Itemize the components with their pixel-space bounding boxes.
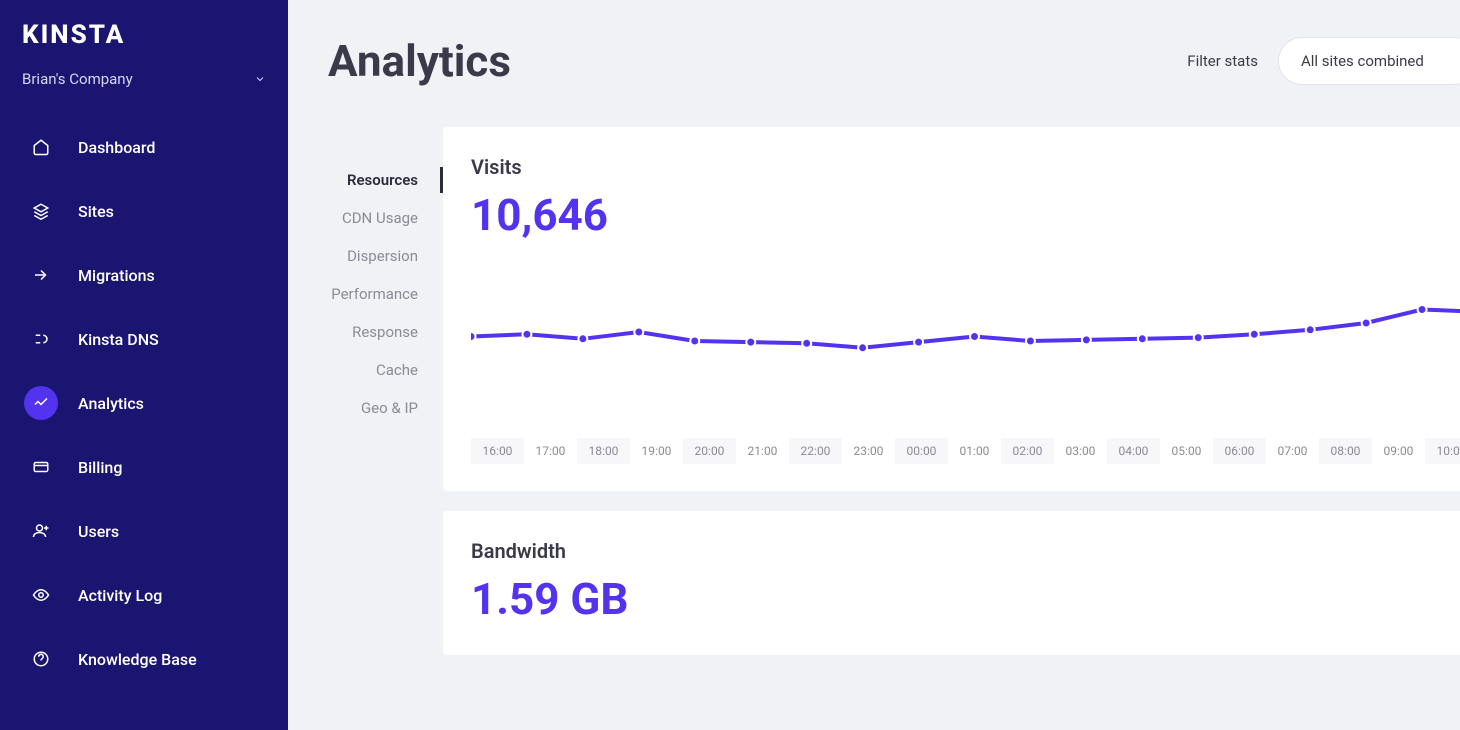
x-tick: 07:00 — [1266, 438, 1319, 464]
x-tick: 03:00 — [1054, 438, 1107, 464]
chevron-down-icon — [254, 73, 266, 85]
filter-selected: All sites combined — [1301, 52, 1424, 70]
tab-resources[interactable]: Resources — [328, 161, 443, 199]
nav-users[interactable]: Users — [10, 502, 278, 560]
x-tick: 09:00 — [1372, 438, 1425, 464]
card-icon — [32, 458, 50, 476]
company-selector[interactable]: Brian's Company — [0, 70, 288, 118]
x-tick: 10:00 — [1425, 438, 1460, 464]
analytics-tabs: Resources CDN Usage Dispersion Performan… — [328, 127, 443, 655]
x-tick: 02:00 — [1001, 438, 1054, 464]
x-tick: 21:00 — [736, 438, 789, 464]
visits-card: Visits 10,646 16:0017:0018:0019:0020:002… — [443, 127, 1460, 491]
nav-label: Sites — [78, 202, 114, 221]
migrate-icon — [32, 266, 50, 284]
company-name: Brian's Company — [22, 70, 133, 88]
nav-label: Analytics — [78, 394, 144, 413]
nav-analytics[interactable]: Analytics — [10, 374, 278, 432]
analytics-body: Resources CDN Usage Dispersion Performan… — [328, 127, 1460, 655]
x-tick: 20:00 — [683, 438, 736, 464]
visits-value: 10,646 — [471, 189, 1460, 241]
x-tick: 00:00 — [895, 438, 948, 464]
site-filter-select[interactable]: All sites combined — [1278, 37, 1460, 85]
tab-cache[interactable]: Cache — [328, 351, 443, 389]
nav-label: Knowledge Base — [78, 650, 197, 669]
visits-line-chart — [471, 251, 1460, 431]
x-tick: 16:00 — [471, 438, 524, 464]
analytics-icon — [32, 394, 50, 412]
x-tick: 05:00 — [1160, 438, 1213, 464]
tab-response[interactable]: Response — [328, 313, 443, 351]
cards-column: Visits 10,646 16:0017:0018:0019:0020:002… — [443, 127, 1460, 655]
sidebar: KINSTA Brian's Company Dashboard Sites M… — [0, 0, 288, 730]
x-tick: 06:00 — [1213, 438, 1266, 464]
dns-icon — [32, 330, 50, 348]
filter-controls: Filter stats All sites combined — [1187, 37, 1460, 85]
page-title: Analytics — [328, 35, 511, 87]
tab-geo[interactable]: Geo & IP — [328, 389, 443, 427]
bandwidth-title: Bandwidth — [471, 539, 1460, 563]
layers-icon — [32, 202, 50, 220]
eye-icon — [32, 586, 50, 604]
nav-sites[interactable]: Sites — [10, 182, 278, 240]
tab-cdn[interactable]: CDN Usage — [328, 199, 443, 237]
brand-logo: KINSTA — [0, 20, 288, 70]
help-icon — [32, 650, 50, 668]
x-tick: 04:00 — [1107, 438, 1160, 464]
nav-kb[interactable]: Knowledge Base — [10, 630, 278, 688]
nav-activity[interactable]: Activity Log — [10, 566, 278, 624]
users-icon — [32, 522, 50, 540]
x-tick: 08:00 — [1319, 438, 1372, 464]
visits-chart: 16:0017:0018:0019:0020:0021:0022:0023:00… — [471, 251, 1460, 471]
nav-label: Activity Log — [78, 586, 162, 605]
visits-title: Visits — [471, 155, 1460, 179]
tab-performance[interactable]: Performance — [328, 275, 443, 313]
nav-label: Dashboard — [78, 138, 155, 157]
nav-label: Migrations — [78, 266, 155, 285]
x-tick: 19:00 — [630, 438, 683, 464]
x-tick: 01:00 — [948, 438, 1001, 464]
nav-label: Billing — [78, 458, 122, 477]
nav-label: Users — [78, 522, 119, 541]
x-tick: 23:00 — [842, 438, 895, 464]
x-tick: 18:00 — [577, 438, 630, 464]
x-tick: 17:00 — [524, 438, 577, 464]
nav-dns[interactable]: Kinsta DNS — [10, 310, 278, 368]
visits-x-axis: 16:0017:0018:0019:0020:0021:0022:0023:00… — [471, 431, 1460, 471]
nav-billing[interactable]: Billing — [10, 438, 278, 496]
tab-dispersion[interactable]: Dispersion — [328, 237, 443, 275]
bandwidth-card: Bandwidth 1.59 GB — [443, 511, 1460, 655]
filter-label: Filter stats — [1187, 52, 1258, 70]
nav-dashboard[interactable]: Dashboard — [10, 118, 278, 176]
page-header: Analytics Filter stats All sites combine… — [328, 35, 1460, 87]
nav-label: Kinsta DNS — [78, 330, 159, 349]
primary-nav: Dashboard Sites Migrations Kinsta DNS An… — [0, 118, 288, 688]
x-tick: 22:00 — [789, 438, 842, 464]
home-icon — [32, 138, 50, 156]
bandwidth-value: 1.59 GB — [471, 573, 1460, 625]
nav-migrations[interactable]: Migrations — [10, 246, 278, 304]
main-content: Analytics Filter stats All sites combine… — [288, 0, 1460, 730]
